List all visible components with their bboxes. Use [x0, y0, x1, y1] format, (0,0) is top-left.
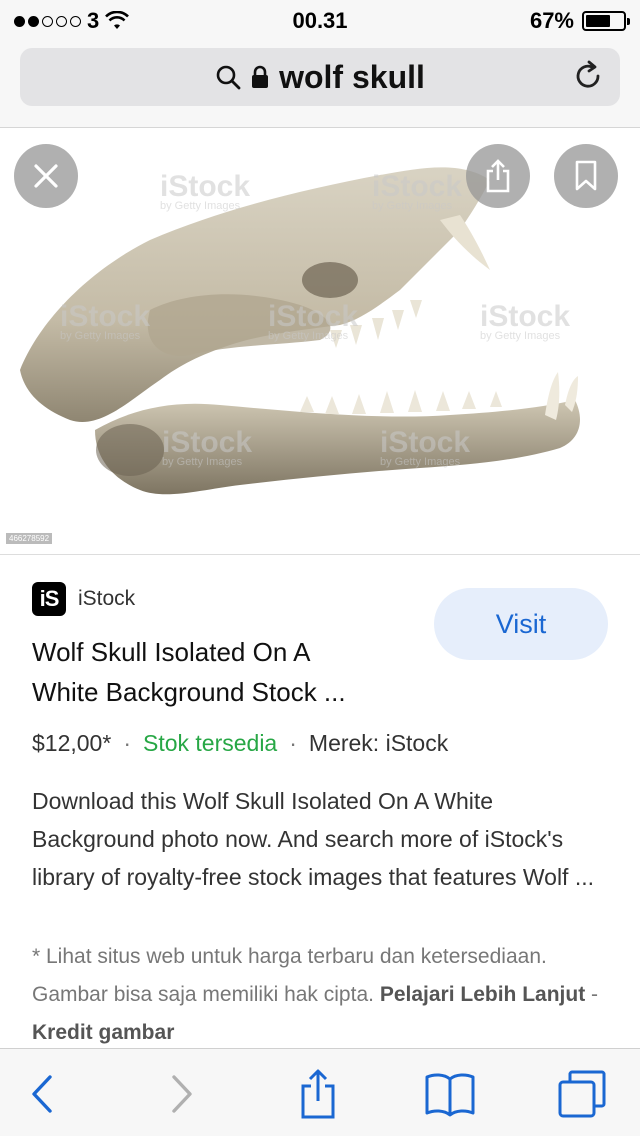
watermark: iStock by Getty Images	[372, 170, 463, 212]
battery-level	[586, 15, 611, 27]
forward-button[interactable]	[156, 1069, 208, 1119]
availability-status: Stok tersedia	[142, 730, 278, 756]
reload-icon[interactable]	[572, 60, 604, 92]
image-id-label: 466278592	[6, 533, 53, 544]
image-preview[interactable]: iStock by Getty Images iStock by Getty Ima…	[0, 130, 640, 554]
wolf-skull-image	[20, 167, 580, 495]
separator: ·	[123, 730, 131, 756]
source-row[interactable]: iS iStock	[32, 582, 135, 616]
share-button[interactable]	[292, 1069, 344, 1119]
close-button[interactable]	[14, 144, 78, 208]
watermark: iStock by Getty Images	[268, 300, 359, 342]
status-bar: 3 00.31 67%	[0, 0, 640, 40]
divider	[0, 554, 640, 555]
battery-icon	[582, 11, 630, 31]
url-query: wolf skull	[279, 58, 425, 95]
result-meta: $12,00* · Stok tersedia · Merek: iStock	[32, 730, 448, 757]
share-icon	[486, 159, 510, 193]
forward-icon	[172, 1075, 192, 1113]
battery-percent: 67%	[529, 8, 574, 33]
result-title-line: Wolf Skull Isolated On A	[32, 637, 311, 667]
tabs-button[interactable]	[556, 1069, 608, 1119]
bookmarks-button[interactable]	[424, 1069, 476, 1119]
address-bar[interactable]: wolf skull	[20, 48, 620, 106]
bottom-toolbar	[0, 1048, 640, 1136]
share-icon	[301, 1069, 335, 1119]
address-area: wolf skull	[0, 40, 640, 128]
watermark: iStock by Getty Images	[160, 170, 251, 212]
battery-area: 67%	[529, 8, 630, 34]
share-button[interactable]	[466, 144, 530, 208]
watermark: iStock by Getty Images	[380, 426, 471, 468]
watermark: iStock by Getty Images	[60, 300, 151, 342]
brand-label: Merek: iStock	[308, 730, 449, 756]
result-title-line: White Background Stock ...	[32, 677, 346, 707]
back-button[interactable]	[16, 1069, 68, 1119]
tabs-icon	[558, 1070, 606, 1118]
separator: ·	[289, 730, 297, 756]
dash-separator: -	[591, 983, 599, 1006]
bookmark-icon	[575, 160, 597, 191]
watermark: iStock by Getty Images	[480, 300, 571, 342]
learn-more-link[interactable]: Pelajari Lebih Lanjut	[380, 983, 585, 1006]
image-credit-link[interactable]: Kredit gambar	[32, 1021, 174, 1044]
save-bookmark-button[interactable]	[554, 144, 618, 208]
book-icon	[425, 1073, 475, 1117]
source-name: iStock	[78, 587, 136, 610]
back-icon	[32, 1075, 52, 1113]
search-icon	[216, 65, 241, 90]
visit-button[interactable]: Visit	[434, 588, 608, 660]
watermark: iStock by Getty Images	[162, 426, 253, 468]
price: $12,00*	[32, 730, 112, 756]
result-title[interactable]: Wolf Skull Isolated On A White Backgroun…	[32, 632, 412, 712]
result-description: Download this Wolf Skull Isolated On A W…	[32, 788, 595, 890]
close-icon	[34, 164, 58, 188]
disclaimer-note: * Lihat situs web untuk harga terbaru da…	[32, 938, 612, 1052]
source-logo: iS	[32, 582, 66, 616]
lock-icon	[252, 65, 269, 88]
